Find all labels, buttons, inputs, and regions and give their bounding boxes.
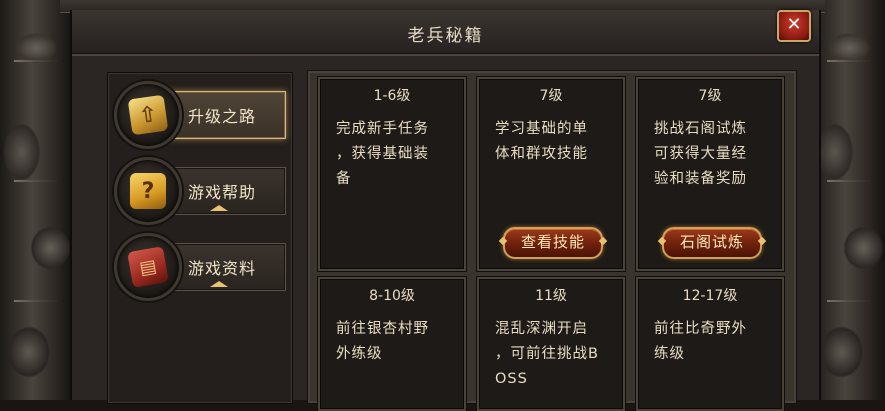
card-level: 8-10级 — [369, 288, 415, 304]
close-button[interactable]: ✕ — [777, 10, 811, 42]
level-card: 7级 学习基础的单 体和群攻技能 查看技能 — [477, 77, 625, 271]
close-icon: ✕ — [786, 14, 802, 35]
card-description: 完成新手任务 ，获得基础装 备 — [336, 121, 429, 187]
level-card: 11级 混乱深渊开启 ，可前往挑战B OSS — [477, 277, 625, 411]
level-card: 8-10级 前往银杏村野 外练级 — [318, 277, 466, 411]
window-title: 老兵秘籍 — [407, 26, 484, 46]
card-description: 前往银杏村野 外练级 — [336, 321, 429, 362]
card-level: 11级 — [535, 288, 567, 304]
sidebar-item-label: 升级之路 — [188, 107, 257, 126]
sidebar-item-game-help[interactable]: ? 游戏帮助 — [114, 157, 286, 225]
book-icon: ▤ — [114, 233, 182, 301]
card-level: 7级 — [698, 88, 722, 104]
sidebar-item-label: 游戏资料 — [188, 259, 257, 278]
question-mark-icon: ? — [114, 157, 182, 225]
card-description: 挑战石阁试炼 可获得大量经 验和装备奖励 — [654, 121, 747, 187]
view-skills-button[interactable]: 查看技能 — [503, 227, 603, 259]
upgrade-arrow-icon: ⇧ — [114, 81, 182, 149]
upgrade-path-content: 1-6级 完成新手任务 ，获得基础装 备 7级 学习基础的单 体和群攻技能 查看… — [307, 70, 797, 411]
card-level: 7级 — [539, 88, 563, 104]
card-description: 前往比奇野外 练级 — [654, 321, 747, 362]
level-card: 1-6级 完成新手任务 ，获得基础装 备 — [318, 77, 466, 271]
card-level: 12-17级 — [682, 288, 738, 304]
card-description: 混乱深渊开启 ，可前往挑战B OSS — [495, 321, 599, 387]
title-bar: 老兵秘籍 ✕ — [72, 10, 819, 56]
level-card: 12-17级 前往比奇野外 练级 — [636, 277, 784, 411]
left-ornate-pillar — [0, 0, 74, 400]
sidebar-item-label: 游戏帮助 — [188, 183, 257, 202]
category-sidebar: ⇧ 升级之路 ? 游戏帮助 ▤ 游戏资料 — [107, 72, 293, 404]
sidebar-item-upgrade-path[interactable]: ⇧ 升级之路 — [114, 81, 286, 149]
veteran-guide-window: 老兵秘籍 ✕ ⇧ 升级之路 ? 游戏帮助 ▤ 游戏资料 1-6级 完成新手任务 … — [70, 10, 821, 411]
stone-pavilion-trial-button[interactable]: 石阁试炼 — [662, 227, 762, 259]
card-level: 1-6级 — [373, 88, 411, 104]
expand-caret-icon — [210, 205, 228, 211]
expand-caret-icon — [210, 281, 228, 287]
sidebar-item-game-info[interactable]: ▤ 游戏资料 — [114, 233, 286, 301]
card-description: 学习基础的单 体和群攻技能 — [495, 121, 588, 162]
right-ornate-pillar — [811, 0, 885, 400]
level-card: 7级 挑战石阁试炼 可获得大量经 验和装备奖励 石阁试炼 — [636, 77, 784, 271]
